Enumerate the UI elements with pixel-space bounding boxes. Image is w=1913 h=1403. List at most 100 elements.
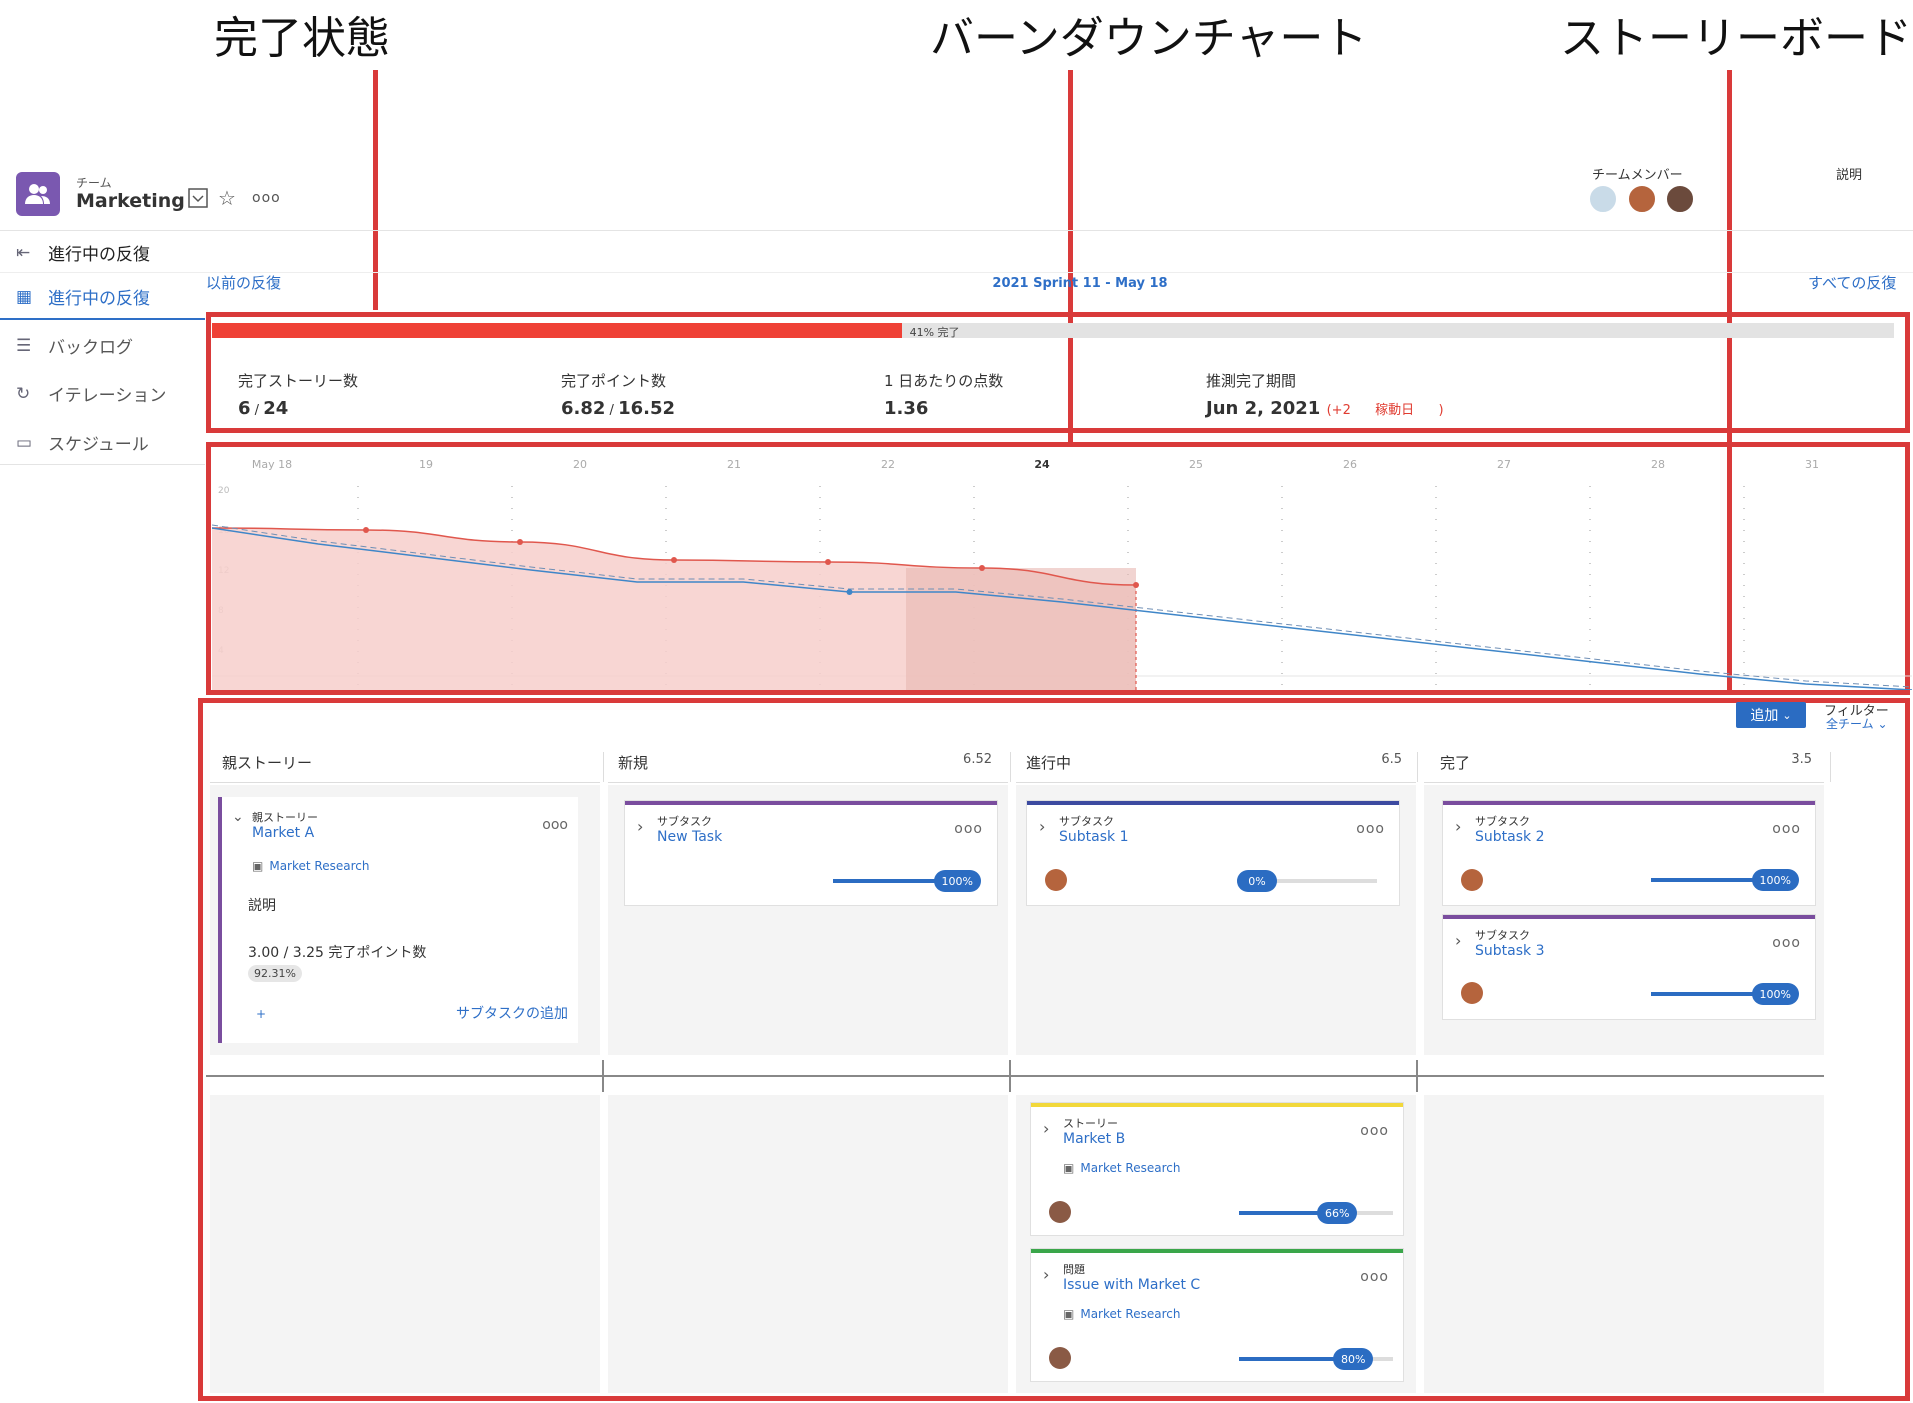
x-tick-label: 31	[1805, 458, 1819, 471]
column-header-new: 新規	[618, 754, 649, 772]
assignee-avatar[interactable]	[1461, 869, 1483, 891]
all-iterations-link[interactable]: すべての反復	[1808, 272, 1896, 293]
assignee-avatar[interactable]	[1049, 1201, 1071, 1223]
assignee-avatar[interactable]	[1045, 869, 1067, 891]
expand-chevron-icon[interactable]: ›	[1455, 817, 1461, 836]
expand-chevron-icon[interactable]: ›	[1043, 1119, 1049, 1138]
more-options-icon[interactable]: ooo	[1772, 935, 1801, 951]
swimlane-tick	[1009, 1060, 1011, 1092]
card-name[interactable]: Subtask 2	[1475, 829, 1544, 845]
expand-chevron-icon[interactable]: ›	[637, 817, 643, 836]
estimated-completion-value: Jun 2, 2021 (+2 稼動日 )	[1206, 398, 1444, 419]
sidebar-item-backlog[interactable]: ☰ バックログ	[16, 333, 133, 359]
card-type: ストーリー	[1063, 1117, 1118, 1130]
description-label: 説明	[248, 898, 276, 914]
swimlane-background	[608, 1095, 1008, 1393]
avatar[interactable]	[1588, 184, 1618, 214]
filter-team-select[interactable]: 全チーム ⌄	[1826, 715, 1888, 732]
more-options-icon[interactable]: ooo	[542, 817, 568, 833]
avatar[interactable]	[1665, 184, 1695, 214]
more-options-icon[interactable]: ooo	[1356, 821, 1385, 837]
column-divider	[1417, 752, 1418, 782]
progress-pill: 66%	[1317, 1202, 1358, 1224]
expand-chevron-icon[interactable]: ›	[1043, 1265, 1049, 1284]
expand-chevron-icon[interactable]: ⌄	[232, 809, 244, 825]
assignee-avatar[interactable]	[1461, 982, 1483, 1004]
active-tab-indicator	[0, 318, 205, 320]
assignee-avatar[interactable]	[1049, 1347, 1071, 1369]
card-name[interactable]: Market B	[1063, 1131, 1125, 1147]
card-color-bar	[1443, 915, 1815, 919]
backlog-icon: ☰	[16, 335, 32, 356]
more-options-icon[interactable]: ooo	[1772, 821, 1801, 837]
task-card[interactable]: › サブタスク New Task ooo 100%	[624, 800, 998, 906]
x-tick-label: 24	[1034, 458, 1050, 471]
sidebar-item-current-iteration[interactable]: ▦ 進行中の反復	[16, 284, 150, 310]
completion-progress-fill	[212, 323, 902, 338]
back-to-iteration[interactable]: ⇤ 進行中の反復	[16, 240, 150, 266]
annotation-line-burndown	[1068, 70, 1073, 442]
completed-points-text: 3.00 / 3.25 完了ポイント数	[248, 945, 427, 961]
column-points-done: 3.5	[1791, 752, 1812, 767]
progress-bar: 80%	[1239, 1348, 1393, 1370]
x-tick-label: 19	[419, 458, 433, 471]
expand-chevron-icon[interactable]: ›	[1039, 817, 1045, 836]
description-link[interactable]: 説明	[1836, 164, 1862, 183]
avatar[interactable]	[1627, 184, 1657, 214]
task-card[interactable]: › サブタスク Subtask 3 ooo 100%	[1442, 914, 1816, 1020]
project-link[interactable]: ▣ Market Research	[1063, 1161, 1180, 1175]
story-card[interactable]: › ストーリー Market B ooo ▣ Market Research 66…	[1030, 1102, 1404, 1236]
parent-story-card[interactable]: ⌄ 親ストーリー Market A ooo ▣ Market Research 説…	[218, 797, 578, 1043]
project-link[interactable]: ▣ Market Research	[1063, 1307, 1180, 1321]
card-name[interactable]: Subtask 3	[1475, 943, 1544, 959]
sidebar-item-label: 進行中の反復	[48, 289, 150, 309]
column-points-new: 6.52	[963, 752, 992, 767]
completion-progress-text: 41% 完了	[909, 326, 960, 339]
progress-bar: 100%	[1651, 869, 1799, 891]
y-tick-label: 20	[218, 486, 230, 496]
team-name[interactable]: Marketing	[76, 190, 185, 212]
add-button[interactable]: 追加 ⌄	[1736, 702, 1806, 728]
swimlane-tick	[1416, 1060, 1418, 1092]
progress-pill: 100%	[1751, 983, 1799, 1005]
ideal-point	[846, 589, 853, 595]
team-icon[interactable]	[16, 172, 60, 216]
points-per-day-value: 1.36	[884, 398, 929, 419]
task-card[interactable]: › サブタスク Subtask 1 ooo 0%	[1026, 800, 1400, 906]
more-options-icon[interactable]: ooo	[252, 190, 281, 206]
annotation-storyboard-title: ストーリーボード	[1560, 13, 1912, 64]
card-color-bar	[1031, 1103, 1403, 1107]
previous-iteration-link[interactable]: 以前の反復	[206, 272, 281, 293]
card-name[interactable]: Subtask 1	[1059, 829, 1128, 845]
dropdown-icon[interactable]	[188, 188, 208, 213]
sidebar-item-iteration[interactable]: ↻ イテレーション	[16, 381, 166, 407]
card-type: 問題	[1063, 1263, 1085, 1276]
column-header-divider	[608, 782, 1008, 783]
more-options-icon[interactable]: ooo	[1360, 1123, 1389, 1139]
x-tick-label: 21	[727, 458, 741, 471]
column-points-in-progress: 6.5	[1381, 752, 1402, 767]
card-color-bar	[1027, 801, 1399, 805]
project-link[interactable]: ▣ Market Research	[252, 859, 369, 873]
expand-chevron-icon[interactable]: ›	[1455, 931, 1461, 950]
issue-card[interactable]: › 問題 Issue with Market C ooo ▣ Market Res…	[1030, 1248, 1404, 1382]
more-options-icon[interactable]: ooo	[954, 821, 983, 837]
card-name[interactable]: Issue with Market C	[1063, 1277, 1200, 1293]
estimated-completion-label: 推測完了期間	[1206, 372, 1297, 390]
team-label: チーム	[76, 176, 112, 190]
more-options-icon[interactable]: ooo	[1360, 1269, 1389, 1285]
task-card[interactable]: › サブタスク Subtask 2 ooo 100%	[1442, 800, 1816, 906]
star-icon[interactable]: ☆	[218, 186, 236, 210]
completed-stories-label: 完了ストーリー数	[238, 372, 359, 390]
card-type: サブタスク	[1475, 929, 1530, 942]
x-tick-label: 27	[1497, 458, 1511, 471]
sidebar-item-label: バックログ	[48, 338, 133, 358]
add-subtask-plus-icon[interactable]: +	[256, 1007, 266, 1021]
sidebar-item-schedule[interactable]: ▭ スケジュール	[16, 430, 149, 456]
add-subtask-link[interactable]: サブタスクの追加	[456, 1003, 568, 1023]
progress-pill: 100%	[933, 870, 981, 892]
card-name[interactable]: Market A	[252, 825, 314, 841]
completed-points-label: 完了ポイント数	[561, 372, 667, 390]
card-name[interactable]: New Task	[657, 829, 722, 845]
iteration-icon: ↻	[16, 383, 31, 404]
